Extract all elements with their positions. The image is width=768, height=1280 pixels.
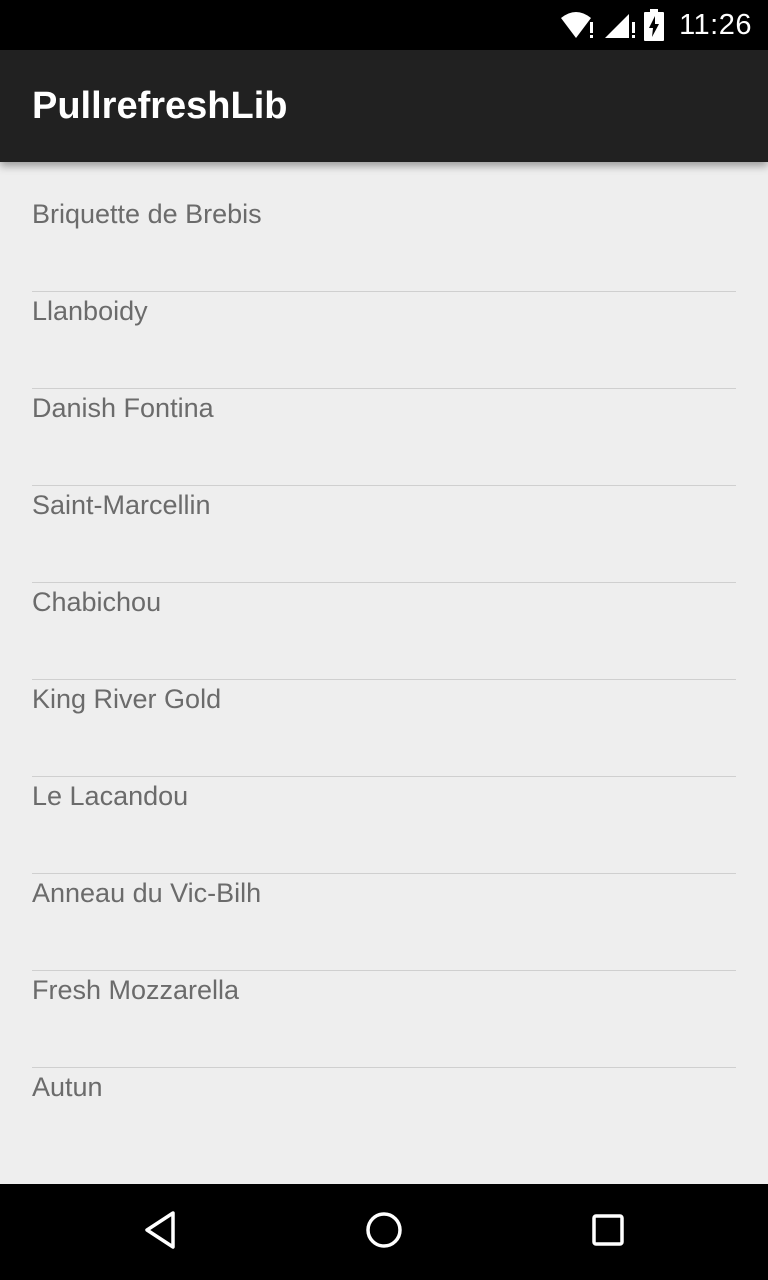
list-item[interactable]: Briquette de Brebis: [32, 162, 736, 259]
home-icon: [364, 1210, 404, 1255]
list-item[interactable]: Fresh Mozzarella: [32, 938, 736, 1035]
list-item[interactable]: Llanboidy: [32, 259, 736, 356]
list-item-label: Le Lacandou: [32, 781, 189, 811]
home-button[interactable]: [336, 1184, 432, 1280]
navigation-bar: [0, 1184, 768, 1280]
list-item-label: Llanboidy: [32, 296, 148, 326]
list-item[interactable]: Anneau du Vic-Bilh: [32, 841, 736, 938]
list-item[interactable]: Danish Fontina: [32, 356, 736, 453]
list-item[interactable]: King River Gold: [32, 647, 736, 744]
list-item-label: Saint-Marcellin: [32, 490, 211, 520]
list-item-label: Anneau du Vic-Bilh: [32, 878, 262, 908]
list-item-label: King River Gold: [32, 684, 222, 714]
list-item-label: Briquette de Brebis: [32, 199, 262, 229]
app-bar: PullrefreshLib: [0, 50, 768, 162]
recents-icon: [590, 1212, 626, 1253]
app-title: PullrefreshLib: [32, 84, 288, 127]
list-item-label: Fresh Mozzarella: [32, 975, 240, 1005]
wifi-icon: [559, 10, 597, 40]
back-icon: [140, 1209, 180, 1256]
list-item[interactable]: Chabichou: [32, 550, 736, 647]
back-button[interactable]: [112, 1184, 208, 1280]
recents-button[interactable]: [560, 1184, 656, 1280]
battery-charging-icon: [643, 9, 665, 41]
list-item[interactable]: Saint-Marcellin: [32, 453, 736, 550]
list-item-label: Autun: [32, 1072, 103, 1102]
status-bar: 11:26: [0, 0, 768, 50]
list-item-label: Danish Fontina: [32, 393, 214, 423]
list-item-label: Chabichou: [32, 587, 162, 617]
status-time: 11:26: [679, 8, 752, 41]
list-item[interactable]: Autun: [32, 1035, 736, 1132]
list-item[interactable]: Le Lacandou: [32, 744, 736, 841]
item-list[interactable]: Briquette de Brebis Llanboidy Danish Fon…: [0, 162, 768, 1184]
signal-icon: [603, 10, 637, 40]
